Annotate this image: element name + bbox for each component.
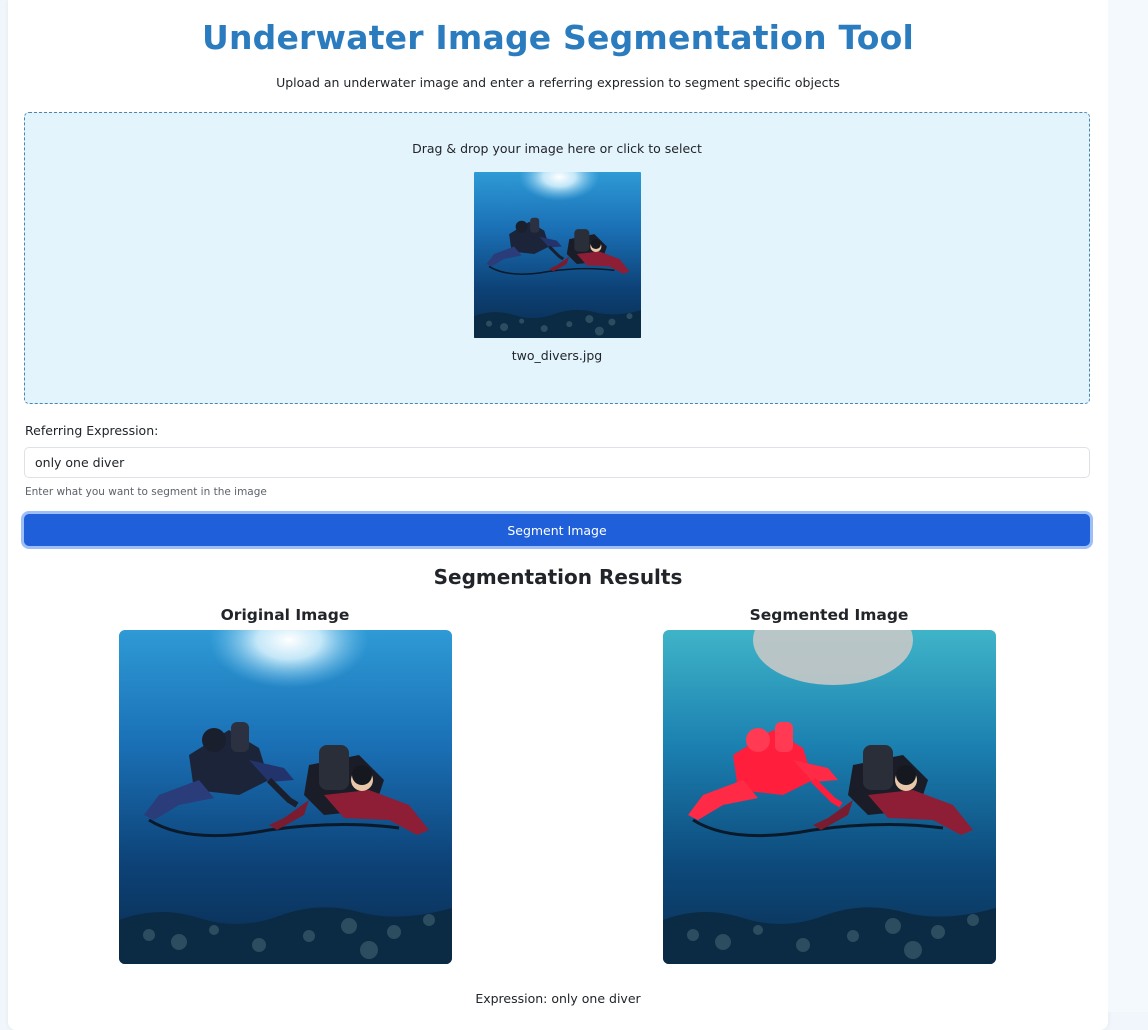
uploaded-filename: two_divers.jpg [511,348,603,363]
segmented-image [663,630,996,964]
original-image [119,630,452,964]
original-image-title: Original Image [220,606,350,624]
expression-input[interactable] [24,447,1090,478]
results-title: Segmentation Results [433,565,683,589]
uploaded-image-thumbnail [474,172,641,338]
segment-image-button[interactable]: Segment Image [24,514,1090,546]
page-subtitle: Upload an underwater image and enter a r… [276,75,840,90]
image-dropzone[interactable]: Drag & drop your image here or click to … [24,112,1090,404]
page-title: Underwater Image Segmentation Tool [201,18,915,57]
result-expression: Expression: only one diver [475,991,641,1006]
page-background-strip [1108,0,1148,1012]
dropzone-prompt: Drag & drop your image here or click to … [412,141,702,156]
main-card: Underwater Image Segmentation Tool Uploa… [8,0,1108,1030]
segmented-image-title: Segmented Image [749,606,909,624]
expression-help-text: Enter what you want to segment in the im… [25,486,267,498]
expression-label: Referring Expression: [25,423,159,438]
